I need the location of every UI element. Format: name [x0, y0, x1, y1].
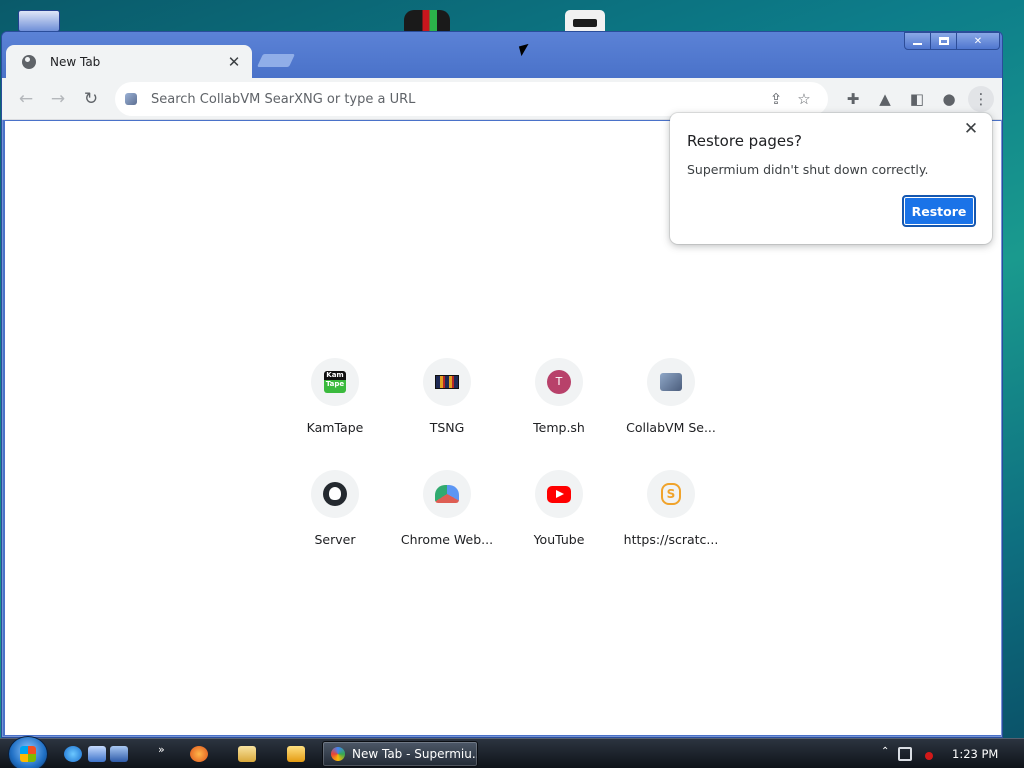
desktop-shortcut-icon[interactable] — [404, 10, 450, 32]
labs-button[interactable]: ▲ — [869, 86, 901, 112]
kamtape-icon: Kam Tape — [324, 371, 346, 393]
tab-close-button[interactable]: ✕ — [226, 53, 242, 71]
tile-icon-bg — [423, 470, 471, 518]
window-titlebar[interactable]: ✕ New Tab ✕ — [2, 32, 1002, 78]
collabvm-icon — [660, 373, 682, 391]
system-clock[interactable]: 1:23 PM — [952, 747, 998, 761]
shortcut-tile[interactable]: Server — [279, 470, 391, 582]
globe-icon — [22, 54, 36, 69]
side-panel-button[interactable]: ◧ — [901, 86, 933, 112]
tile-icon-bg — [311, 470, 359, 518]
person-icon: ● — [942, 90, 956, 108]
start-button[interactable] — [8, 736, 48, 768]
share-button[interactable]: ⇪ — [762, 90, 790, 108]
folder-icon[interactable] — [238, 746, 256, 762]
shortcut-tile[interactable]: CollabVM Se... — [615, 358, 727, 470]
dialog-message: Supermium didn't shut down correctly. — [687, 162, 929, 177]
reload-button[interactable]: ↻ — [78, 86, 104, 112]
switch-windows-icon[interactable] — [110, 746, 128, 762]
shortcut-label: YouTube — [533, 532, 585, 547]
shortcut-tile[interactable]: Kam Tape KamTape — [279, 358, 391, 470]
tab-new-tab[interactable]: New Tab ✕ — [6, 45, 252, 78]
tile-icon-bg: T — [535, 358, 583, 406]
shortcut-label: Server — [314, 532, 356, 547]
internet-explorer-icon[interactable] — [64, 746, 82, 762]
side-panel-icon: ◧ — [909, 90, 925, 108]
tile-icon-bg — [647, 358, 695, 406]
shortcut-tile[interactable]: YouTube — [503, 470, 615, 582]
dialog-close-button[interactable]: ✕ — [961, 119, 981, 139]
media-player-icon[interactable] — [287, 746, 305, 762]
chrome-web-store-icon — [435, 485, 459, 503]
maximize-button[interactable] — [931, 32, 957, 50]
forward-button[interactable]: → — [45, 86, 71, 112]
scratch-icon: S — [661, 483, 681, 505]
extensions-button[interactable]: ✚ — [837, 86, 869, 112]
taskbar: » New Tab - Supermiu... ⌃ 1:23 PM — [0, 736, 1024, 768]
dialog-title: Restore pages? — [687, 132, 802, 150]
minimize-button[interactable] — [904, 32, 931, 50]
share-icon: ⇪ — [769, 90, 783, 108]
tile-icon-bg — [535, 470, 583, 518]
tsng-icon — [435, 375, 459, 389]
new-tab-button[interactable] — [256, 54, 296, 67]
letter-t-icon: T — [547, 370, 571, 394]
bookmark-button[interactable]: ☆ — [790, 90, 818, 108]
volume-muted-icon[interactable] — [918, 747, 933, 761]
desktop-shortcut-icon[interactable] — [18, 10, 60, 32]
shortcut-label: CollabVM Se... — [626, 420, 716, 435]
restore-button[interactable]: Restore — [902, 195, 976, 227]
search-engine-icon — [125, 93, 137, 105]
firefox-icon[interactable] — [190, 746, 208, 762]
shortcut-label: KamTape — [306, 420, 364, 435]
shortcut-label: Chrome Web... — [400, 532, 494, 547]
back-button[interactable]: ← — [13, 86, 39, 112]
flask-icon: ▲ — [879, 90, 891, 108]
tile-icon-bg: Kam Tape — [311, 358, 359, 406]
shortcut-tile[interactable]: Chrome Web... — [391, 470, 503, 582]
desktop-shortcut-icon[interactable] — [565, 10, 605, 32]
taskbar-window-label: New Tab - Supermiu... — [352, 747, 477, 761]
browser-app-icon — [331, 747, 345, 761]
shortcut-label: https://scratc... — [623, 532, 719, 547]
puzzle-icon: ✚ — [846, 90, 860, 108]
profile-button[interactable]: ● — [933, 86, 965, 112]
arrow-right-icon: → — [50, 89, 66, 109]
tray-expand-icon[interactable]: ⌃ — [881, 746, 889, 757]
close-window-button[interactable]: ✕ — [957, 32, 1000, 50]
shortcut-label: TSNG — [429, 420, 465, 435]
tab-title: New Tab — [50, 54, 101, 69]
address-bar[interactable]: Search CollabVM SearXNG or type a URL ⇪ … — [115, 82, 828, 116]
quick-launch-more-button[interactable]: » — [158, 743, 165, 756]
tile-icon-bg: S — [647, 470, 695, 518]
reload-icon: ↻ — [83, 89, 99, 109]
show-desktop-icon[interactable] — [88, 746, 106, 762]
minimize-icon — [913, 43, 922, 45]
maximize-icon — [938, 37, 949, 45]
toolbar-actions: ✚ ▲ ◧ ● ⋮ — [837, 86, 994, 112]
menu-button[interactable]: ⋮ — [968, 86, 994, 112]
address-bar-placeholder: Search CollabVM SearXNG or type a URL — [151, 91, 416, 107]
taskbar-window-button[interactable]: New Tab - Supermiu... — [322, 741, 478, 767]
shortcut-tile[interactable]: TSNG — [391, 358, 503, 470]
shortcut-tile[interactable]: S https://scratc... — [615, 470, 727, 582]
restore-pages-dialog: Restore pages? ✕ Supermium didn't shut d… — [670, 113, 992, 244]
tile-icon-bg — [423, 358, 471, 406]
shortcut-label: Temp.sh — [533, 420, 585, 435]
window-controls: ✕ — [904, 32, 1000, 50]
close-icon: ✕ — [973, 35, 983, 47]
three-dots-icon: ⋮ — [973, 90, 989, 108]
youtube-icon — [547, 485, 571, 503]
close-icon: ✕ — [963, 119, 979, 139]
star-icon: ☆ — [797, 90, 811, 108]
arrow-left-icon: ← — [18, 89, 34, 109]
github-icon — [323, 482, 347, 506]
network-icon[interactable] — [898, 747, 912, 761]
shortcut-tile[interactable]: T Temp.sh — [503, 358, 615, 470]
